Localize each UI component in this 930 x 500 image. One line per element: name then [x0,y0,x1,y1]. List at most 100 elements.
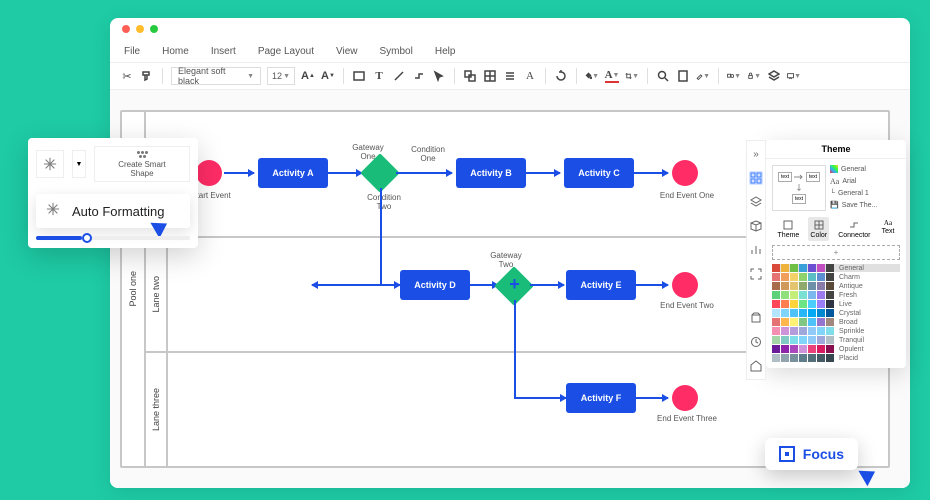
swatch-row-broad[interactable]: Broad [772,318,900,326]
swatch-row-antique[interactable]: Antique [772,282,900,290]
theme-panel-title: Theme [766,140,906,159]
layers-icon[interactable] [767,69,781,83]
menu-home[interactable]: Home [162,46,189,57]
lane-two-label: Lane two [151,276,161,313]
swatch-label: Tranquil [839,337,900,344]
menu-help[interactable]: Help [435,46,456,57]
window-minimize-button[interactable] [136,25,144,33]
swatch-row-general[interactable]: General [772,264,900,272]
pen-icon[interactable]: ▼ [696,69,710,83]
tab-theme[interactable]: Theme [776,217,802,241]
start-event[interactable] [196,160,222,186]
swatch-row-live[interactable]: Live [772,300,900,308]
sparkle-icon[interactable] [36,150,64,178]
rail-layers-icon[interactable] [749,195,763,209]
font-select[interactable]: Elegant soft black▼ [171,67,261,85]
focus-icon [779,446,795,462]
zoom-icon[interactable] [656,69,670,83]
theme-preview[interactable]: texttext text [772,165,826,211]
smart-shape-icon [136,151,148,158]
layout-icon[interactable] [483,69,497,83]
window-close-button[interactable] [122,25,130,33]
format-painter-icon[interactable] [140,69,154,83]
swatch-label: Sprinkle [839,328,900,335]
add-swatch-button[interactable]: + [772,245,900,260]
presentation-icon[interactable]: ▼ [787,69,801,83]
theme-save-option[interactable]: 💾Save The... [830,201,900,209]
title-bar [110,18,910,40]
swatch-row-opulent[interactable]: Opulent [772,345,900,353]
end-event-two[interactable] [672,272,698,298]
menu-insert[interactable]: Insert [211,46,236,57]
menu-symbol[interactable]: Symbol [380,46,413,57]
cut-icon[interactable]: ✂ [120,69,134,83]
auto-formatting-button[interactable]: Auto Formatting [36,194,190,228]
font-size-select[interactable]: 12▼ [267,67,295,85]
swatch-label: Charm [839,274,900,281]
activity-f[interactable]: Activity F [566,383,636,413]
end-event-three[interactable] [672,385,698,411]
rail-library-icon[interactable] [749,311,763,325]
rail-history-icon[interactable] [749,335,763,349]
font-style-icon[interactable]: A [523,69,537,83]
swatch-label: Antique [839,283,900,290]
create-smart-shape-button[interactable]: Create Smart Shape [94,146,190,182]
swatch-row-sprinkle[interactable]: Sprinkle [772,327,900,335]
activity-d[interactable]: Activity D [400,270,470,300]
activity-e[interactable]: Activity E [566,270,636,300]
menu-bar: File Home Insert Page Layout View Symbol… [110,40,910,62]
activity-a[interactable]: Activity A [258,158,328,188]
tab-text[interactable]: AaText [880,217,897,241]
swatch-row-fresh[interactable]: Fresh [772,291,900,299]
shapes-icon[interactable]: ▼ [727,69,741,83]
swatch-label: Placid [839,355,900,362]
window-maximize-button[interactable] [150,25,158,33]
page-icon[interactable] [676,69,690,83]
fill-icon[interactable]: ▼ [585,69,599,83]
swatch-row-tranquil[interactable]: Tranquil [772,336,900,344]
increase-font-icon[interactable]: A▲ [301,69,315,83]
end-event-one[interactable] [672,160,698,186]
tab-color[interactable]: Color [808,217,829,241]
activity-c[interactable]: Activity C [564,158,634,188]
menu-page-layout[interactable]: Page Layout [258,46,314,57]
align-icon[interactable] [503,69,517,83]
theme-panel: » Theme texttext text General AaArial └G… [766,140,906,368]
auto-formatting-label: Auto Formatting [72,204,165,219]
rail-stats-icon[interactable] [749,243,763,257]
rectangle-tool-icon[interactable] [352,69,366,83]
text-tool-icon[interactable]: T [372,69,386,83]
swatch-label: Fresh [839,292,900,299]
swatch-row-charm[interactable]: Charm [772,273,900,281]
crop-icon[interactable]: ▼ [625,69,639,83]
swatch-label: Crystal [839,310,900,317]
rail-tag-icon[interactable] [749,359,763,373]
focus-button[interactable]: Focus [765,438,858,470]
connector-tool-icon[interactable] [412,69,426,83]
sparkle-dropdown[interactable]: ▼ [72,150,86,178]
rotate-icon[interactable] [554,69,568,83]
font-color-icon[interactable]: A▼ [605,69,619,83]
activity-b[interactable]: Activity B [456,158,526,188]
rail-collapse-icon[interactable]: » [749,147,763,161]
lock-icon[interactable]: ▼ [747,69,761,83]
cursor-icon [150,216,171,239]
rail-expand-icon[interactable] [749,267,763,281]
menu-file[interactable]: File [124,46,140,57]
rail-cube-icon[interactable] [749,219,763,233]
swatch-row-placid[interactable]: Placid [772,354,900,362]
rail-grid-icon[interactable] [749,171,763,185]
pointer-tool-icon[interactable] [432,69,446,83]
tab-connector[interactable]: Connector [836,217,872,241]
auto-formatting-slider[interactable] [36,236,190,240]
group-icon[interactable] [463,69,477,83]
decrease-font-icon[interactable]: A▼ [321,69,335,83]
theme-font-option[interactable]: AaArial [830,177,900,186]
swatch-label: Live [839,301,900,308]
theme-connector-option[interactable]: └General 1 [830,190,900,197]
line-tool-icon[interactable] [392,69,406,83]
menu-view[interactable]: View [336,46,358,57]
auto-formatting-icon [46,202,64,220]
theme-general-option[interactable]: General [830,165,900,173]
swatch-row-crystal[interactable]: Crystal [772,309,900,317]
